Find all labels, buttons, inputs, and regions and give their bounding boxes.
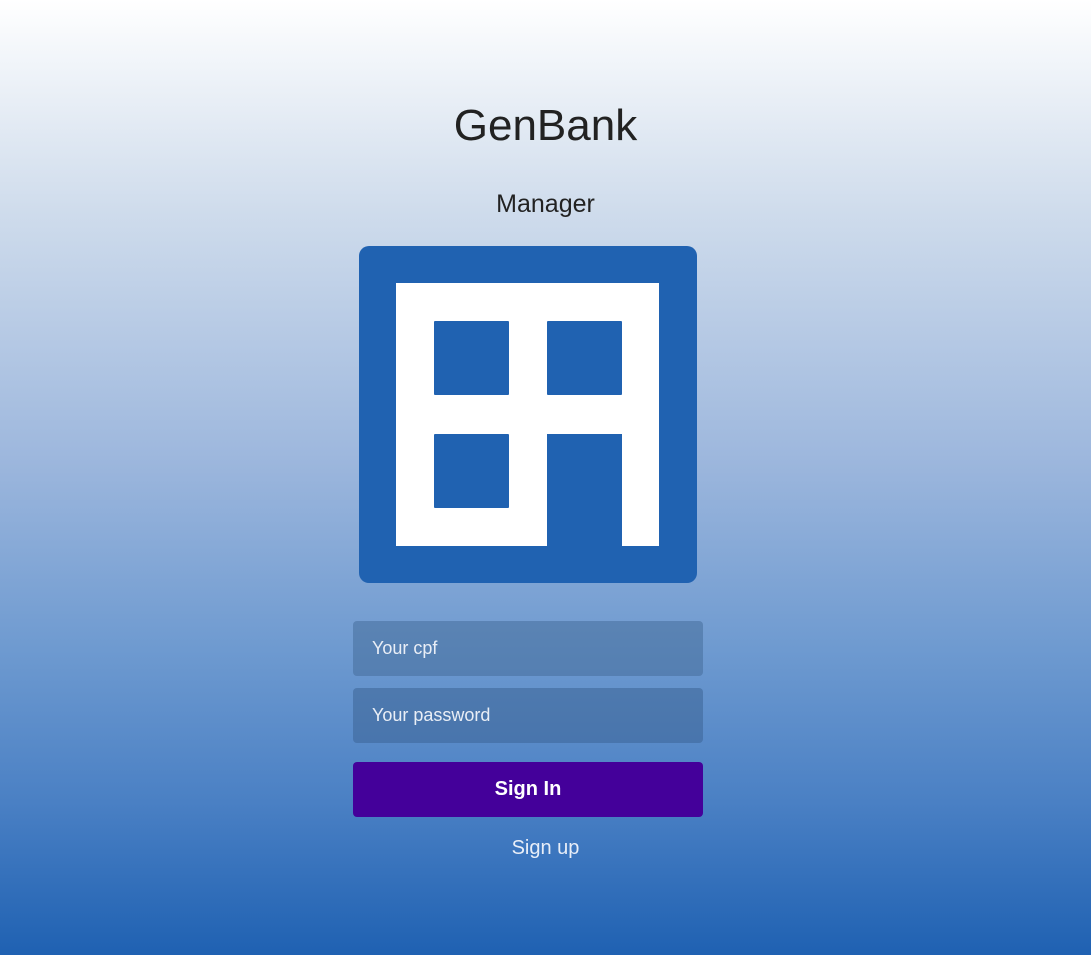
sign-in-button[interactable]: Sign In (353, 762, 703, 817)
app-subtitle: Manager (496, 190, 595, 218)
password-input[interactable] (353, 688, 703, 743)
sign-up-link[interactable]: Sign up (0, 835, 1091, 861)
cpf-input[interactable] (353, 621, 703, 676)
app-title: GenBank (453, 101, 638, 150)
bank-logo-icon (359, 246, 697, 583)
